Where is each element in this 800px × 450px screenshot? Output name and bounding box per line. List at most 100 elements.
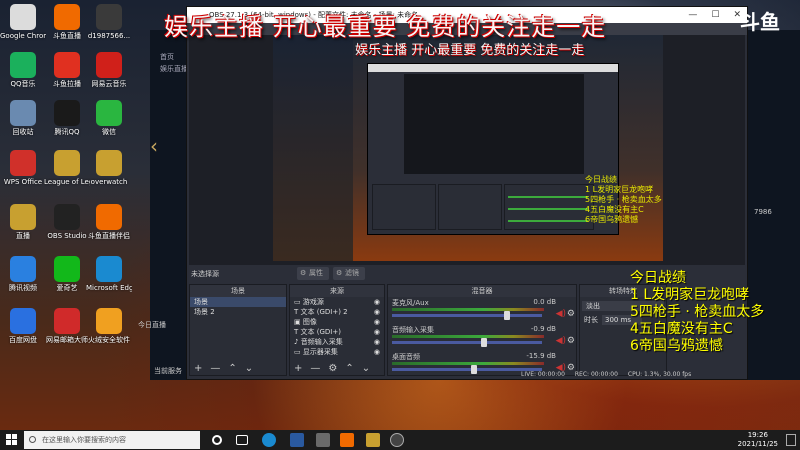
desktop-icon[interactable]: d1987566... (86, 4, 132, 41)
mail-icon[interactable] (290, 433, 304, 447)
eye-icon[interactable]: ◉ (374, 317, 380, 327)
lol-taskbar-icon[interactable] (366, 433, 380, 447)
move-up-icon[interactable]: ⌃ (345, 363, 353, 374)
desktop-icon-label: 回收站 (12, 128, 34, 136)
desktop-icon[interactable]: 网易云音乐 (86, 52, 132, 89)
source-item[interactable]: ▭ 游戏源 ◉ (290, 297, 384, 307)
taskbar-search-input[interactable]: 在这里输入你要搜索的内容 (24, 431, 200, 449)
site-nav-home[interactable]: 首页 (160, 52, 174, 62)
source-item[interactable]: ♪ 音频输入采集 ◉ (290, 337, 384, 347)
filters-button[interactable]: ⚙ 滤镜 (333, 267, 365, 280)
notification-icon[interactable] (786, 434, 796, 446)
maximize-icon[interactable]: ☐ (711, 7, 719, 23)
clock-time: 19:26 (747, 431, 768, 439)
volume-slider-handle[interactable] (504, 311, 510, 320)
desktop-icon[interactable]: 斗鱼直播伴侣 (86, 204, 132, 241)
app-icon (96, 308, 122, 334)
gear-icon[interactable]: ⚙ (328, 363, 337, 374)
desktop-icon[interactable]: overwatch (86, 150, 132, 187)
gear-icon[interactable]: ⚙ (567, 309, 575, 319)
desktop-icon[interactable]: Microsoft Edge (86, 256, 132, 293)
scene-item[interactable]: 场景 2 (190, 307, 286, 317)
speaker-icon[interactable]: ◀) (556, 309, 566, 319)
add-icon[interactable]: + (194, 363, 202, 374)
desktop-icon[interactable]: 直播 (0, 204, 46, 241)
edge-icon[interactable] (262, 433, 276, 447)
source-item[interactable]: T 文本 (GDI+) ◉ (290, 327, 384, 337)
volume-slider[interactable] (392, 311, 542, 320)
source-label: 图像 (302, 318, 317, 326)
eye-icon[interactable]: ◉ (374, 347, 380, 357)
desktop-icon[interactable]: Google Chrome (0, 4, 46, 41)
store-icon[interactable] (316, 433, 330, 447)
site-nav-sub[interactable]: 娱乐直播 (160, 64, 188, 74)
source-item[interactable]: ▭ 显示器采集 ◉ (290, 347, 384, 357)
move-down-icon[interactable]: ⌄ (245, 363, 253, 374)
gear-icon[interactable]: ⚙ (567, 336, 575, 346)
nested-stats-line: 1 L发明家巨龙咆哮 (585, 185, 654, 194)
task-view-icon[interactable] (236, 435, 248, 445)
source-item[interactable]: T 文本 (GDI+) 2 ◉ (290, 307, 384, 317)
desktop-icon-label: Google Chrome (0, 32, 46, 40)
desktop-icon[interactable]: QQ音乐 (0, 52, 46, 89)
desktop-icon[interactable]: 微信 (86, 100, 132, 137)
desktop-icon[interactable]: 腾讯视频 (0, 256, 46, 293)
desktop-icon[interactable]: 斗鱼拉播 (44, 52, 90, 89)
nested-preview: 娱乐主播 开心最重要 免费的关注走一走 (273, 35, 663, 261)
obs-taskbar-icon[interactable] (390, 433, 404, 447)
properties-button[interactable]: ⚙ 属性 (297, 267, 329, 280)
desktop-icon[interactable]: 百度网盘 (0, 308, 46, 345)
eye-icon[interactable]: ◉ (374, 307, 380, 317)
douyu-logo: 斗鱼 (740, 10, 780, 34)
app-icon (96, 4, 122, 30)
source-label: 音频输入采集 (300, 338, 343, 346)
windows-start-icon[interactable] (6, 434, 18, 446)
desktop-icon[interactable]: 网易邮箱大师 (44, 308, 90, 345)
obs-preview-canvas[interactable]: 娱乐主播 开心最重要 免费的关注走一走 今日战绩 1 L发明家巨龙咆哮 5四枪手… (189, 35, 745, 265)
source-label: 显示器采集 (302, 348, 338, 356)
desktop-icon[interactable]: OBS Studio (44, 204, 90, 241)
volume-slider[interactable] (392, 338, 542, 347)
desktop-icon[interactable]: 回收站 (0, 100, 46, 137)
mixer-channel-name: 桌面音频 (392, 353, 420, 361)
add-icon[interactable]: + (294, 363, 302, 374)
desktop-icon[interactable]: 火绒安全软件 (86, 308, 132, 345)
volume-slider[interactable] (392, 365, 542, 374)
mixer-dock: 混音器 麦克风/Aux 0.0 dB ◀) ⚙ 音频输入采集 -0.9 dB ◀) ⚙ 桌面音频… (387, 284, 577, 376)
desktop-icon[interactable]: WPS Office (0, 150, 46, 187)
taskbar-clock[interactable]: 19:26 2021/11/25 (738, 431, 778, 449)
desktop-icon[interactable]: 爱奇艺 (44, 256, 90, 293)
cortana-icon[interactable] (212, 435, 222, 445)
douyu-taskbar-icon[interactable] (340, 433, 354, 447)
eye-icon[interactable]: ◉ (374, 337, 380, 347)
move-up-icon[interactable]: ⌃ (228, 363, 236, 374)
stats-line: 4五白魔没有主C (630, 321, 733, 337)
scene-item[interactable]: 场景 (190, 297, 286, 307)
desktop-icon[interactable]: 斗鱼直播 (44, 4, 90, 41)
remove-icon[interactable]: — (310, 363, 320, 374)
gear-icon: ⚙ (300, 269, 307, 277)
desktop-icon[interactable]: 腾讯QQ (44, 100, 90, 137)
filters-button-label: 滤镜 (345, 269, 359, 277)
eye-icon[interactable]: ◉ (374, 327, 380, 337)
remove-icon[interactable]: — (210, 363, 220, 374)
app-icon (54, 100, 80, 126)
site-prev-arrow-icon[interactable]: ‹ (150, 134, 158, 158)
move-down-icon[interactable]: ⌄ (362, 363, 370, 374)
desktop-icon-label: 火绒安全软件 (88, 336, 130, 344)
desktop-icon-label: 腾讯QQ (54, 128, 80, 136)
desktop-icon-label: QQ音乐 (10, 80, 36, 88)
source-item[interactable]: ▣ 图像 ◉ (290, 317, 384, 327)
minimize-icon[interactable]: — (688, 7, 697, 23)
source-label: 文本 (GDI+) (300, 328, 341, 336)
volume-slider-handle[interactable] (471, 365, 477, 374)
speaker-icon[interactable]: ◀) (556, 336, 566, 346)
desktop-icon[interactable]: League of Legends (44, 150, 90, 187)
eye-icon[interactable]: ◉ (374, 297, 380, 307)
app-icon (54, 308, 80, 334)
nested-stats: 今日战绩 1 L发明家巨龙咆哮 5四枪手 · 枪卖血太多 4五白魔没有主C 6帝… (585, 175, 662, 225)
level-meter (392, 362, 544, 365)
volume-slider-handle[interactable] (481, 338, 487, 347)
site-number: 7986 (754, 208, 772, 216)
site-bottom-text: 当前服务 (154, 367, 182, 375)
